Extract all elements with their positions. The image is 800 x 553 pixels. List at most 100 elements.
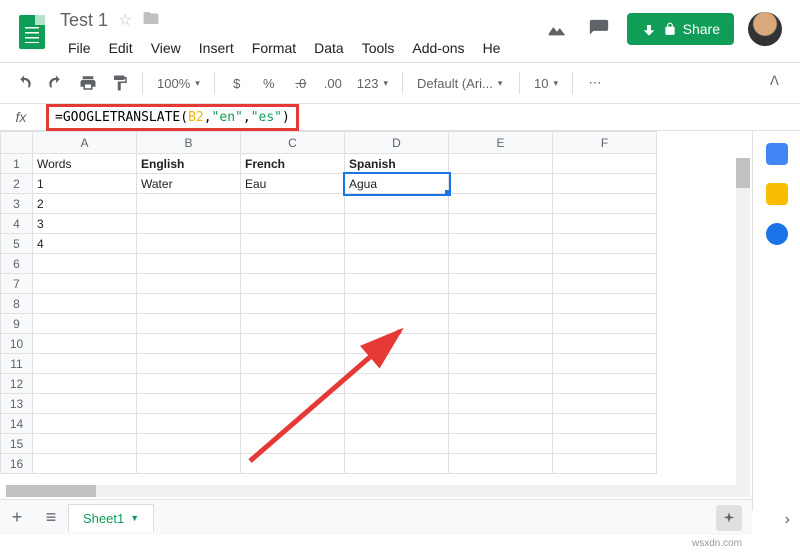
cell-A8[interactable] [33,294,137,314]
cell-D3[interactable] [345,194,449,214]
cell-D13[interactable] [345,394,449,414]
zoom-dropdown[interactable]: 100% [151,70,206,96]
cell-E13[interactable] [449,394,553,414]
cell-A13[interactable] [33,394,137,414]
font-dropdown[interactable]: Default (Ari... [411,70,511,96]
cell-E15[interactable] [449,434,553,454]
undo-button[interactable] [10,69,38,97]
cell-B4[interactable] [137,214,241,234]
account-avatar[interactable] [748,12,782,46]
cell-C2[interactable]: Eau [241,174,345,194]
cell-E9[interactable] [449,314,553,334]
cell-A4[interactable]: 3 [33,214,137,234]
cell-D11[interactable] [345,354,449,374]
percent-button[interactable]: % [255,69,283,97]
cell-D12[interactable] [345,374,449,394]
col-header-B[interactable]: B [137,132,241,154]
document-title[interactable]: Test 1 [60,10,108,31]
star-icon[interactable]: ☆ [118,10,132,30]
cell-C6[interactable] [241,254,345,274]
cell-C9[interactable] [241,314,345,334]
menu-format[interactable]: Format [244,36,304,60]
cell-E4[interactable] [449,214,553,234]
cell-A11[interactable] [33,354,137,374]
cell-B14[interactable] [137,414,241,434]
row-header-11[interactable]: 11 [1,354,33,374]
paint-format-button[interactable] [106,69,134,97]
col-header-A[interactable]: A [33,132,137,154]
cell-C15[interactable] [241,434,345,454]
cell-E12[interactable] [449,374,553,394]
cell-D2[interactable]: Agua [345,174,449,194]
menu-file[interactable]: File [60,36,99,60]
row-header-9[interactable]: 9 [1,314,33,334]
menu-tools[interactable]: Tools [354,36,403,60]
cell-C14[interactable] [241,414,345,434]
row-header-8[interactable]: 8 [1,294,33,314]
cell-A6[interactable] [33,254,137,274]
cell-C4[interactable] [241,214,345,234]
row-header-3[interactable]: 3 [1,194,33,214]
spreadsheet-grid[interactable]: A B C D E F 1WordsEnglishFrenchSpanish21… [0,131,752,511]
cell-D9[interactable] [345,314,449,334]
col-header-D[interactable]: D [345,132,449,154]
cell-E7[interactable] [449,274,553,294]
cell-B6[interactable] [137,254,241,274]
cell-B8[interactable] [137,294,241,314]
cell-D5[interactable] [345,234,449,254]
col-header-C[interactable]: C [241,132,345,154]
menu-edit[interactable]: Edit [101,36,141,60]
cell-E10[interactable] [449,334,553,354]
row-header-10[interactable]: 10 [1,334,33,354]
row-header-15[interactable]: 15 [1,434,33,454]
cell-D10[interactable] [345,334,449,354]
cell-F6[interactable] [553,254,657,274]
increase-decimal-button[interactable]: .00 [319,69,347,97]
cell-D6[interactable] [345,254,449,274]
cell-B5[interactable] [137,234,241,254]
cell-A16[interactable] [33,454,137,474]
cell-F8[interactable] [553,294,657,314]
cell-B12[interactable] [137,374,241,394]
currency-button[interactable]: $ [223,69,251,97]
cell-F11[interactable] [553,354,657,374]
cell-F12[interactable] [553,374,657,394]
cell-E5[interactable] [449,234,553,254]
cell-C11[interactable] [241,354,345,374]
cell-D7[interactable] [345,274,449,294]
cell-A1[interactable]: Words [33,154,137,174]
number-format-dropdown[interactable]: 123 [351,70,394,96]
cell-A2[interactable]: 1 [33,174,137,194]
cell-B2[interactable]: Water [137,174,241,194]
cell-B9[interactable] [137,314,241,334]
cell-F1[interactable] [553,154,657,174]
cell-E1[interactable] [449,154,553,174]
row-header-1[interactable]: 1 [1,154,33,174]
cell-F15[interactable] [553,434,657,454]
cell-F2[interactable] [553,174,657,194]
cell-B3[interactable] [137,194,241,214]
cell-F5[interactable] [553,234,657,254]
cell-C8[interactable] [241,294,345,314]
cell-C13[interactable] [241,394,345,414]
cell-A5[interactable]: 4 [33,234,137,254]
cell-B13[interactable] [137,394,241,414]
share-button[interactable]: Share [627,13,734,45]
menu-view[interactable]: View [143,36,189,60]
cell-F9[interactable] [553,314,657,334]
keep-icon[interactable] [766,183,788,205]
cell-F3[interactable] [553,194,657,214]
cell-C16[interactable] [241,454,345,474]
row-header-6[interactable]: 6 [1,254,33,274]
calendar-icon[interactable] [766,143,788,165]
cell-F13[interactable] [553,394,657,414]
cell-B11[interactable] [137,354,241,374]
cell-F4[interactable] [553,214,657,234]
cell-C12[interactable] [241,374,345,394]
horizontal-scrollbar[interactable] [6,485,736,497]
cell-A10[interactable] [33,334,137,354]
cell-D8[interactable] [345,294,449,314]
cell-E6[interactable] [449,254,553,274]
move-folder-icon[interactable] [142,9,160,32]
cell-E8[interactable] [449,294,553,314]
